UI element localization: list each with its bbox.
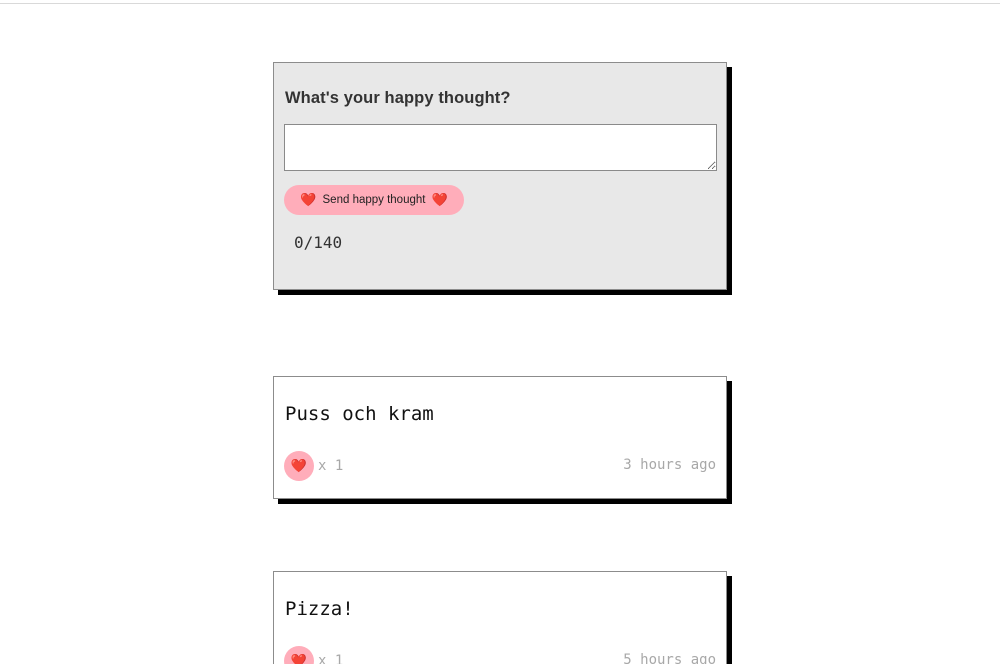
thought-message: Puss och kram bbox=[285, 403, 434, 425]
heart-icon: ❤️ bbox=[431, 192, 448, 208]
heart-icon: ❤️ bbox=[290, 653, 308, 664]
thought-timestamp: 5 hours ago bbox=[623, 652, 716, 664]
thought-card: Puss och kram ❤️ x 1 3 hours ago bbox=[273, 376, 727, 499]
character-counter: 0/140 bbox=[294, 233, 343, 252]
like-count: x 1 bbox=[318, 653, 344, 664]
thought-input[interactable] bbox=[284, 124, 717, 171]
heart-icon: ❤️ bbox=[290, 458, 308, 474]
heart-icon: ❤️ bbox=[300, 192, 317, 208]
send-happy-thought-button[interactable]: ❤️ Send happy thought ❤️ bbox=[284, 185, 464, 215]
thought-timestamp: 3 hours ago bbox=[623, 457, 716, 473]
top-divider bbox=[0, 3, 1000, 4]
happy-thought-form: What's your happy thought? ❤️ Send happy… bbox=[273, 62, 727, 290]
like-count: x 1 bbox=[318, 458, 344, 474]
thought-card: Pizza! ❤️ x 1 5 hours ago bbox=[273, 571, 727, 664]
form-title: What's your happy thought? bbox=[285, 89, 511, 107]
like-button[interactable]: ❤️ bbox=[284, 646, 314, 664]
send-button-label: Send happy thought bbox=[322, 194, 426, 206]
thought-message: Pizza! bbox=[285, 598, 354, 620]
like-button[interactable]: ❤️ bbox=[284, 451, 314, 481]
